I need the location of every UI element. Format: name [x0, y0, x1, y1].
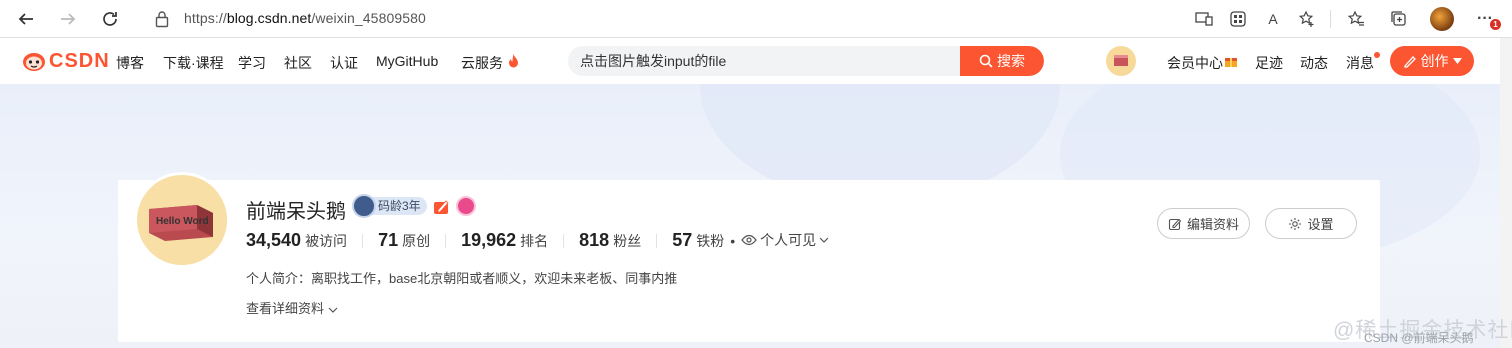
profile-name: 前端呆头鹅 — [246, 201, 346, 223]
edit-profile-button[interactable]: 编辑资料 — [1157, 208, 1250, 239]
extension-icon[interactable] — [1228, 9, 1248, 29]
browser-profile-avatar[interactable] — [1430, 7, 1454, 31]
create-button[interactable]: 创作 — [1390, 46, 1474, 76]
stat-divider — [362, 233, 364, 248]
fire-icon — [509, 54, 518, 68]
back-icon[interactable] — [14, 7, 38, 31]
pen-icon — [1403, 56, 1416, 68]
stat-visits[interactable]: 34,540 被访问 — [246, 230, 347, 251]
stat-fans[interactable]: 818 粉丝 — [579, 230, 641, 251]
view-details-label: 查看详细资料 — [246, 301, 325, 316]
toolbar-divider — [1330, 10, 1331, 28]
stat-number: 57 — [672, 230, 693, 250]
nav-certification[interactable]: 认证 — [330, 53, 358, 73]
chevron-down-icon — [819, 237, 829, 243]
gift-icon — [1225, 58, 1237, 67]
avatar-text: Hello Word — [156, 216, 209, 227]
edit-icon — [1168, 218, 1182, 230]
nav-footprint[interactable]: 足迹 — [1255, 53, 1283, 73]
stat-number: 34,540 — [246, 230, 302, 250]
search-icon — [979, 54, 993, 68]
nav-community[interactable]: 社区 — [284, 53, 312, 73]
profile-stats: 34,540 被访问 71 原创 19,962 排名 818 粉丝 57 铁粉 • 个人可… — [246, 230, 829, 251]
forward-icon[interactable] — [56, 7, 80, 31]
nav-mygithub[interactable]: MyGitHub — [376, 53, 438, 69]
scrollbar[interactable] — [1500, 38, 1512, 348]
visibility-dropdown[interactable]: 个人可见 — [741, 230, 829, 250]
message-dot — [1374, 52, 1380, 58]
collections-icon[interactable] — [1389, 9, 1409, 29]
settings-button[interactable]: 设置 — [1265, 208, 1357, 239]
nav-messages[interactable]: 消息 — [1346, 53, 1374, 73]
favorites-icon[interactable] — [1346, 9, 1366, 29]
header-user-avatar[interactable] — [1106, 46, 1136, 76]
stat-divider — [656, 233, 658, 248]
stat-number: 19,962 — [461, 230, 517, 250]
browser-toolbar: https://blog.csdn.net/weixin_45809580 A … — [0, 0, 1512, 38]
hello-word-cube-icon: Hello Word — [149, 205, 213, 241]
stat-label: 粉丝 — [613, 233, 642, 249]
nav-cloud-service[interactable]: 云服务 — [461, 53, 503, 73]
search-button[interactable]: 搜索 — [960, 46, 1044, 76]
refresh-icon[interactable] — [98, 7, 122, 31]
stat-divider — [563, 233, 565, 248]
nav-learn[interactable]: 学习 — [238, 53, 266, 73]
search-box: 搜索 — [568, 46, 1044, 76]
site-header: CSDN 博客 下载·课程 学习 社区 认证 MyGitHub 云服务 搜索 — [0, 38, 1512, 84]
nav-blog[interactable]: 博客 — [116, 53, 144, 73]
url-path: /weixin_45809580 — [311, 10, 426, 26]
settings-label: 设置 — [1307, 217, 1334, 232]
stat-label: 原创 — [402, 233, 431, 249]
stat-rank[interactable]: 19,962 排名 — [461, 230, 548, 251]
hello-word-mini-icon — [1114, 55, 1128, 66]
profile-bio: 个人简介：离职找工作，base北京朝阳或者顺义，欢迎未来老板、同事内推 — [246, 271, 678, 286]
visibility-label: 个人可见 — [760, 232, 817, 248]
logo-text: CSDN — [49, 49, 110, 72]
stat-divider — [445, 233, 447, 248]
writing-badge-icon[interactable] — [432, 196, 452, 216]
add-favorite-icon[interactable] — [1297, 9, 1317, 29]
achievement-badge-icon[interactable] — [456, 196, 476, 216]
url-text[interactable]: https://blog.csdn.net/weixin_45809580 — [184, 10, 426, 26]
url-prefix: https:// — [184, 10, 227, 26]
stat-number: 71 — [378, 230, 399, 250]
watermark-sub: CSDN @前端呆头鹅 — [1364, 331, 1474, 345]
code-age-icon — [352, 194, 376, 218]
stat-original[interactable]: 71 原创 — [378, 230, 430, 251]
stat-iron-fans[interactable]: 57 铁粉 — [672, 230, 724, 251]
create-button-label: 创作 — [1420, 53, 1449, 69]
stat-number: 818 — [579, 230, 610, 250]
view-details-link[interactable]: 查看详细资料 — [246, 298, 338, 317]
app-available-icon[interactable] — [1194, 9, 1214, 29]
nav-dynamic[interactable]: 动态 — [1300, 53, 1328, 73]
csdn-monkey-icon — [23, 53, 45, 71]
read-aloud-glyph: A — [1268, 11, 1278, 27]
search-input[interactable] — [580, 46, 960, 76]
eye-icon — [741, 234, 757, 246]
read-aloud-icon[interactable]: A — [1263, 9, 1283, 29]
csdn-logo[interactable]: CSDN — [22, 49, 110, 73]
caret-down-icon — [1452, 58, 1462, 64]
chevron-down-icon — [328, 307, 338, 313]
url-host: blog.csdn.net — [226, 10, 312, 26]
stat-label: 被访问 — [305, 233, 348, 249]
nav-vip-center[interactable]: 会员中心 — [1167, 53, 1223, 73]
notification-badge: 1 — [1490, 19, 1501, 30]
dot-separator: • — [730, 233, 736, 249]
gear-icon — [1289, 217, 1302, 230]
lock-icon[interactable] — [154, 10, 172, 28]
nav-download-course[interactable]: 下载·课程 — [163, 53, 224, 73]
stat-label: 铁粉 — [696, 233, 725, 249]
edit-profile-label: 编辑资料 — [1186, 217, 1239, 232]
search-button-label: 搜索 — [997, 53, 1025, 69]
stat-label: 排名 — [520, 233, 549, 249]
profile-avatar[interactable]: Hello Word — [134, 172, 230, 268]
